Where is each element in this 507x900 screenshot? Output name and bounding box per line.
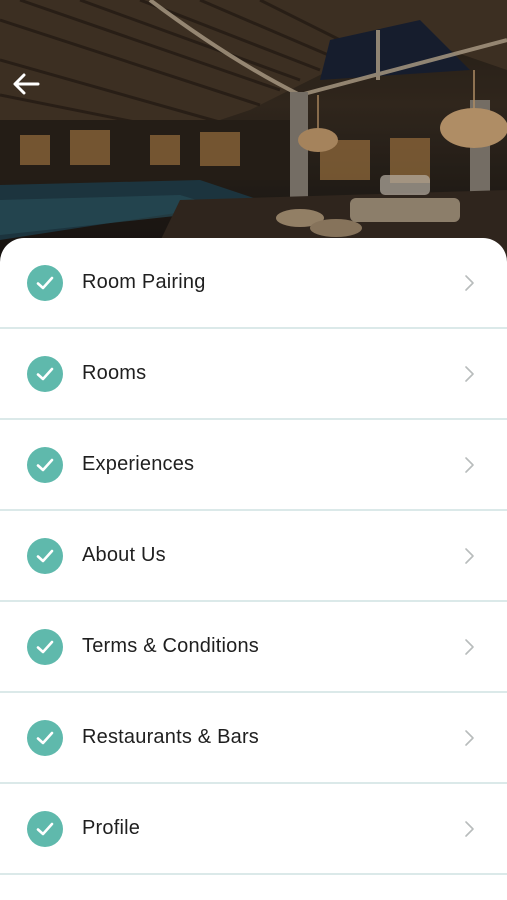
menu-item-room-pairing[interactable]: Room Pairing [0,238,507,329]
chevron-right-icon [465,274,474,291]
chevron-right-icon [465,820,474,837]
check-circle-icon [27,810,63,847]
menu-item-label: Terms & Conditions [82,635,259,657]
back-button[interactable] [6,66,46,102]
menu-item-label: Rooms [82,362,147,384]
check-circle-icon [27,628,63,665]
menu-list: Room Pairing Rooms Experiences About Us … [0,238,507,875]
menu-sheet: Room Pairing Rooms Experiences About Us … [0,238,507,900]
hero-image [0,0,507,262]
check-circle-icon [27,355,63,392]
chevron-right-icon [465,365,474,382]
check-circle-icon [27,719,63,756]
menu-item-terms-and-conditions[interactable]: Terms & Conditions [0,602,507,693]
chevron-right-icon [465,547,474,564]
menu-item-label: Room Pairing [82,271,206,293]
menu-item-label: Profile [82,817,141,839]
menu-item-label: Restaurants & Bars [82,726,260,748]
check-circle-icon [27,264,63,301]
menu-item-rooms[interactable]: Rooms [0,329,507,420]
chevron-right-icon [465,456,474,473]
menu-item-label: Experiences [82,453,195,475]
chevron-right-icon [465,638,474,655]
chevron-right-icon [465,729,474,746]
check-circle-icon [27,537,63,574]
menu-item-restaurants-and-bars[interactable]: Restaurants & Bars [0,693,507,784]
menu-item-label: About Us [82,544,166,566]
arrow-left-icon [13,73,40,95]
check-circle-icon [27,446,63,483]
resort-lobby-illustration [0,0,507,262]
menu-item-experiences[interactable]: Experiences [0,420,507,511]
menu-item-about-us[interactable]: About Us [0,511,507,602]
menu-item-profile[interactable]: Profile [0,784,507,875]
